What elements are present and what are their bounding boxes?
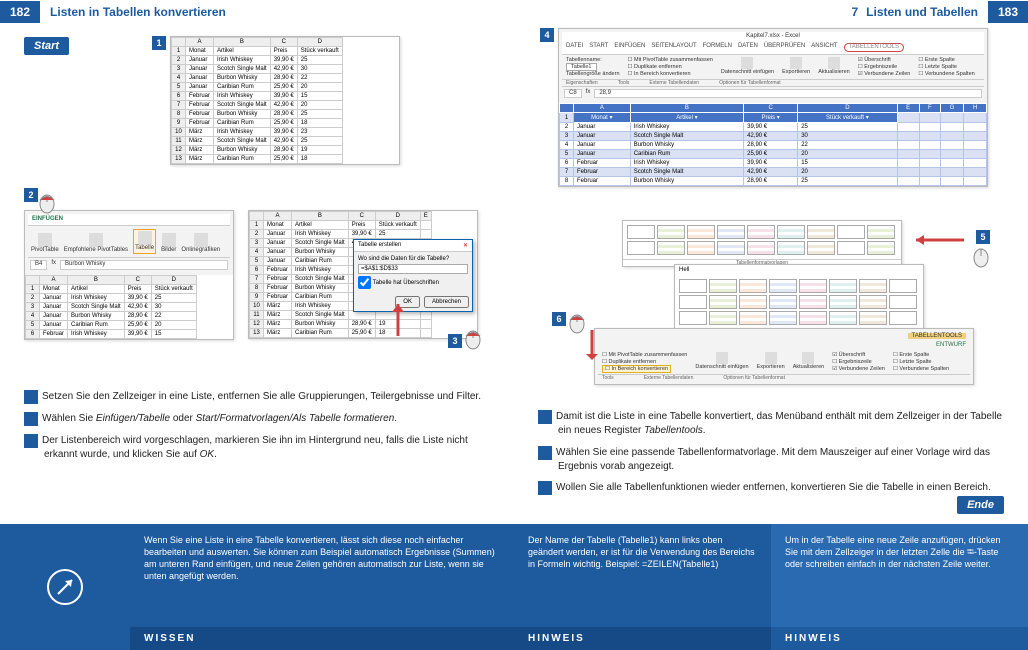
steps-right: 4Damit ist die Liste in eine Tabelle kon… [538,402,1004,503]
hinweis1-label: HINWEIS [514,627,771,650]
ribbon-item-table: Tabelle [135,245,154,251]
style-gallery-2 [675,275,923,329]
page-number-left: 182 [0,1,40,23]
resize-table: Tabellengröße ändern [566,71,620,77]
screenshot-5b-gallery: Hell [674,264,924,330]
page-right: 7 Listen und Tabellen 183 Kapitel7.xlsx … [514,0,1028,650]
page-left: 182 Listen in Tabellen konvertieren Star… [0,0,514,650]
footer-icon-box [0,524,130,650]
dialog-range-input[interactable]: =$A$1:$D$33 [358,264,468,274]
ribbon-item: PivotTable [31,247,59,253]
page-title-right: Listen und Tabellen [866,5,988,19]
hinweis2-text: Um in der Tabelle eine neue Zeile anzufü… [771,524,1028,627]
ende-badge: Ende [957,496,1004,514]
mouse-icon [568,310,586,334]
close-icon: ✕ [463,242,468,249]
mouse-icon [464,326,482,350]
screenshot-4: Kapitel7.xlsx - Excel DATEISTARTEINFÜGEN… [558,28,988,187]
titlebar: Kapitel7.xlsx - Excel [562,32,984,41]
content-right: Kapitel7.xlsx - Excel DATEISTARTEINFÜGEN… [514,24,1028,524]
arrow-icon [586,330,598,360]
name-box: C8 [564,89,582,98]
page-title-left: Listen in Tabellen konvertieren [40,5,226,19]
ribbon-tab-insert: EINFÜGEN [32,216,63,223]
name-box: B4 [30,260,47,269]
steps-left: 1Setzen Sie den Zellzeiger in eine Liste… [24,382,490,470]
wissen-label: WISSEN [130,627,514,650]
hinweis1-box: Der Name der Tabelle (Tabelle1) kann lin… [514,524,771,650]
ribbon-convert: TABELLENTOOLS ENTWURF ☐ Mit PivotTable z… [595,329,973,384]
gallery-section-label: Hell [675,265,923,275]
footer-right: Der Name der Tabelle (Tabelle1) kann lin… [514,524,1028,650]
step-3: 3Der Listenbereich wird vorgeschlagen, m… [24,434,490,462]
formula-bar: 28,9 [594,89,982,98]
callout-6: 6 [552,312,566,326]
excel-table-blue: ABCDEFGH1Monat ▾Artikel ▾Preis ▾Stück ve… [559,103,987,186]
step-2: 2Wählen Sie Einfügen/Tabelle oder Start/… [24,412,490,426]
dialog-question: Wo sind die Daten für die Tabelle? [358,256,468,262]
dialog-title: Tabelle erstellen [358,242,401,249]
tabletools-tab: TABELLENTOOLS [908,333,966,339]
hinweis2-box: Um in der Tabelle eine neue Zeile anzufü… [771,524,1028,650]
arrow-icon [908,234,968,246]
step-6: 6Wollen Sie alle Tabellenfunktionen wied… [538,481,1004,495]
ribbon-item: Bilder [161,247,176,253]
arrow-circle-icon [45,567,85,607]
start-badge: Start [24,37,69,55]
step-5: 5Wählen Sie eine passende Tabellenformat… [538,446,1004,474]
screenshot-6: TABELLENTOOLS ENTWURF ☐ Mit PivotTable z… [594,328,974,385]
screenshot-3: ABCDE1MonatArtikelPreisStück verkauft2Ja… [248,210,478,339]
header-right: 7 Listen und Tabellen 183 [514,0,1028,24]
page-number-right: 183 [988,1,1028,23]
callout-1: 1 [152,36,166,50]
screenshot-5-gallery: Tabellenformatvorlagen [622,220,902,267]
screenshot-2: EINFÜGEN PivotTable Empfohlene PivotTabl… [24,210,234,340]
callout-5: 5 [976,230,990,244]
entwurf-tab: ENTWURF [598,341,970,350]
mouse-icon [972,244,990,268]
excel-table-2: ABCD1MonatArtikelPreisStück verkauft2Jan… [25,275,197,339]
style-gallery [623,221,901,259]
callout-4: 4 [540,28,554,42]
screenshot-1: ABCD1MonatArtikelPreisStück verkauft2Jan… [170,36,400,165]
mouse-icon [38,190,56,214]
arrow-icon [392,304,404,344]
hinweis2-label: HINWEIS [771,627,1028,650]
dialog-create-table: Tabelle erstellen ✕ Wo sind die Daten für… [353,239,473,312]
header-left: 182 Listen in Tabellen konvertieren [0,0,514,24]
ribbon-insert: EINFÜGEN PivotTable Empfohlene PivotTabl… [25,211,233,275]
content-left: Start ABCD1MonatArtikelPreisStück verkau… [0,24,514,524]
dialog-checkbox[interactable] [358,276,371,289]
formula-bar: Burbon Whisky [60,260,228,269]
convert-to-range[interactable]: In Bereich konvertieren [611,366,668,372]
step-4: 4Damit ist die Liste in eine Tabelle kon… [538,410,1004,438]
callout-2: 2 [24,188,38,202]
cancel-button[interactable]: Abbrechen [424,296,469,308]
callout-3: 3 [448,334,462,348]
excel-table-1: ABCD1MonatArtikelPreisStück verkauft2Jan… [171,37,343,164]
wissen-text: Wenn Sie eine Liste in eine Tabelle konv… [130,524,514,627]
dialog-checkbox-label: Tabelle hat Überschriften [373,280,439,286]
step-1: 1Setzen Sie den Zellzeiger in eine Liste… [24,390,490,404]
ribbon-item: Empfohlene PivotTables [64,247,128,253]
ribbon-item: Onlinegrafiken [181,247,220,253]
hinweis1-text: Der Name der Tabelle (Tabelle1) kann lin… [514,524,771,627]
ribbon-tabletools: Kapitel7.xlsx - Excel DATEISTARTEINFÜGEN… [559,29,987,103]
footer-left: Wenn Sie eine Liste in eine Tabelle konv… [0,524,514,650]
chapter-number: 7 [851,5,866,19]
wissen-box: Wenn Sie eine Liste in eine Tabelle konv… [130,524,514,650]
